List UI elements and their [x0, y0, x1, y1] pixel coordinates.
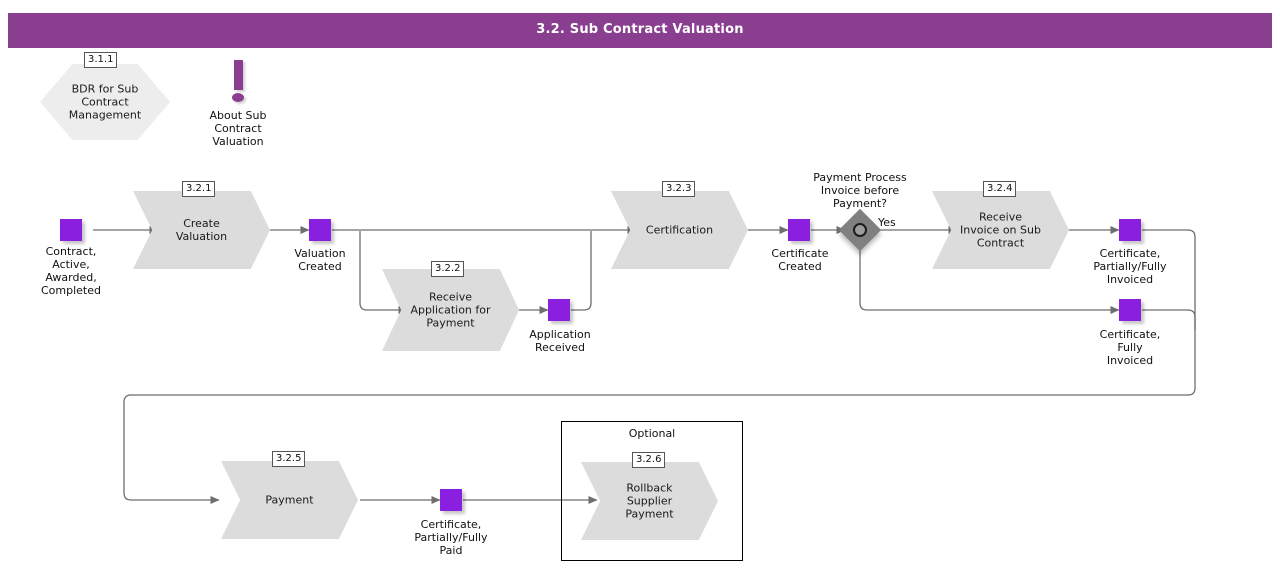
link-node-tag: 3.1.1 — [84, 52, 118, 68]
state-label-valuation-created: Valuation Created — [294, 247, 346, 273]
optional-group-title: Optional — [628, 427, 676, 440]
state-label-certificate-partially-fully-paid: Certificate, Partially/Fully Paid — [414, 518, 488, 557]
decision-yes-label: Yes — [878, 216, 896, 229]
decision-payment-process-invoice-before-payment[interactable] — [838, 208, 882, 252]
state-valuation-created[interactable] — [309, 219, 331, 241]
process-certification[interactable]: Certification — [611, 191, 748, 269]
state-label-certificate-created: Certificate Created — [771, 247, 829, 273]
process-label: Receive Invoice on Sub Contract — [960, 210, 1041, 250]
process-tag-324: 3.2.4 — [983, 181, 1017, 197]
diagram-title-bar: 3.2. Sub Contract Valuation — [8, 13, 1272, 48]
state-label-certificate-fully-invoiced: Certificate, Fully Invoiced — [1099, 328, 1161, 367]
process-label: Create Valuation — [175, 217, 228, 243]
page-title: 3.2. Sub Contract Valuation — [536, 22, 744, 37]
state-label-certificate-partially-fully-invoiced: Certificate, Partially/Fully Invoiced — [1093, 247, 1167, 286]
state-label-start: Contract, Active, Awarded, Completed — [41, 245, 101, 297]
state-certificate-partially-fully-paid[interactable] — [440, 489, 462, 511]
state-application-received[interactable] — [548, 299, 570, 321]
exclamation-dot-icon — [232, 93, 244, 102]
note-label: About Sub Contract Valuation — [209, 109, 267, 148]
process-tag-322: 3.2.2 — [431, 261, 465, 277]
process-create-valuation[interactable]: Create Valuation — [133, 191, 270, 269]
process-receive-invoice-on-sub-contract[interactable]: Receive Invoice on Sub Contract — [932, 191, 1069, 269]
process-label: Receive Application for Payment — [410, 290, 491, 330]
state-certificate-fully-invoiced[interactable] — [1119, 299, 1141, 321]
process-label: Rollback Supplier Payment — [625, 481, 674, 521]
state-certificate-partially-fully-invoiced[interactable] — [1119, 219, 1141, 241]
process-rollback-supplier-payment[interactable]: Rollback Supplier Payment — [581, 462, 718, 540]
decision-question-label: Payment Process Invoice before Payment? — [813, 171, 907, 210]
state-certificate-created[interactable] — [788, 219, 810, 241]
process-label: Certification — [645, 223, 714, 237]
link-node-bdr-sub-contract-management[interactable]: BDR for Sub Contract Management — [40, 64, 170, 140]
state-contract-active-awarded-completed[interactable] — [60, 219, 82, 241]
process-tag-325: 3.2.5 — [272, 451, 306, 467]
process-receive-application-for-payment[interactable]: Receive Application for Payment — [382, 269, 519, 351]
decision-circle-icon — [853, 223, 867, 237]
state-label-application-received: Application Received — [529, 328, 591, 354]
process-label: Payment — [265, 493, 314, 507]
process-tag-321: 3.2.1 — [182, 181, 216, 197]
flowchart-canvas: 3.2. Sub Contract Valuation BDR for Sub … — [0, 0, 1280, 570]
process-payment[interactable]: Payment — [221, 461, 358, 539]
link-node-label: BDR for Sub Contract Management — [68, 82, 142, 122]
process-tag-323: 3.2.3 — [662, 181, 696, 197]
process-tag-326: 3.2.6 — [632, 452, 666, 468]
exclamation-icon — [234, 60, 243, 90]
